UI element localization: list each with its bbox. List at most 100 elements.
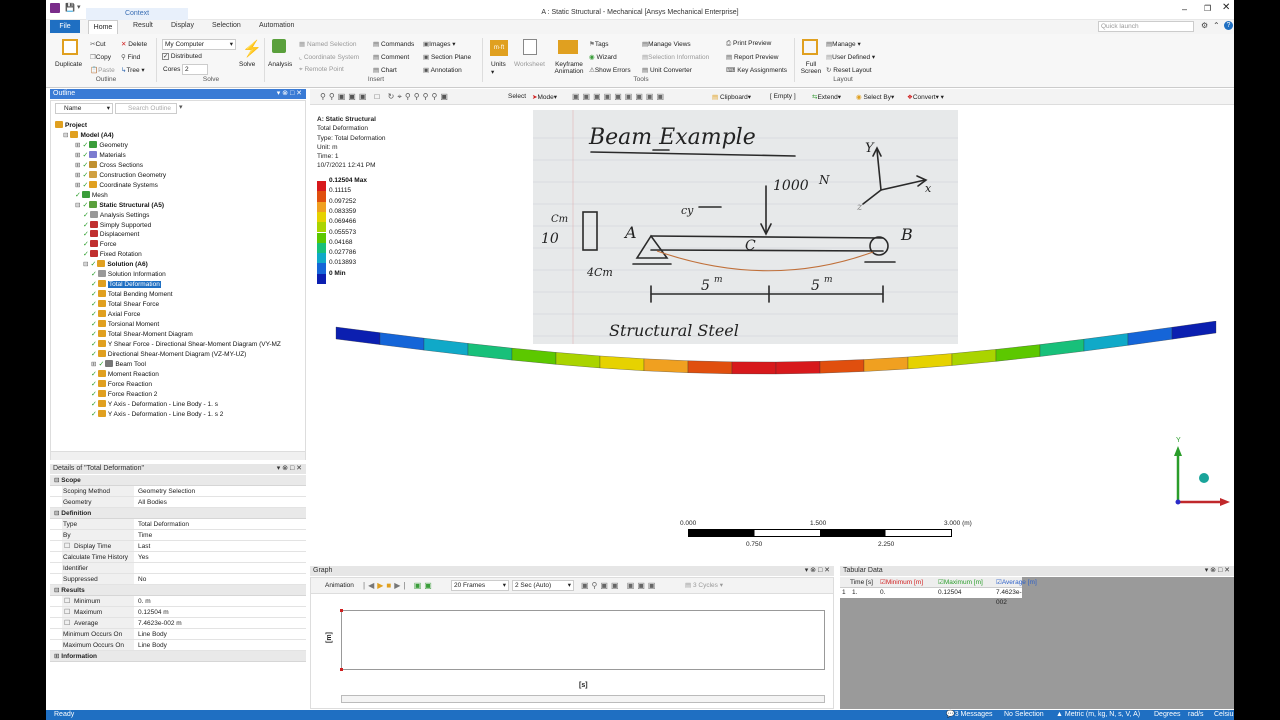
- images-button[interactable]: ▣Images ▾: [423, 40, 456, 48]
- unit-converter-button[interactable]: ▤ Unit Converter: [642, 66, 692, 74]
- keyframe-animation-button[interactable]: Keyframe Animation: [551, 61, 587, 75]
- units-icon[interactable]: m·ft: [490, 40, 508, 56]
- graphics-viewport[interactable]: A: Static Structural Total Deformation T…: [310, 106, 1234, 564]
- manage-button[interactable]: ▤Manage ▾: [826, 40, 861, 48]
- tree-item-displacement[interactable]: ✓ Displacement: [83, 230, 139, 238]
- parameter-checkbox-icon[interactable]: ☐: [64, 541, 70, 552]
- tree-item-y-axis-deformation-line-body-1-s[interactable]: ✓ Y Axis - Deformation - Line Body - 1. s: [91, 399, 218, 408]
- animation-playback-controls-icon[interactable]: |◀▶■▶| ▣▣: [363, 581, 435, 590]
- details-row[interactable]: Average ☐ 7.4623e-002 m: [50, 618, 306, 629]
- wizard-button[interactable]: ◉ Wizard: [589, 53, 617, 61]
- details-value[interactable]: 0. m: [137, 596, 307, 606]
- duration-select[interactable]: 2 Sec (Auto) ▾: [512, 580, 574, 591]
- minimize-button[interactable]: –: [1182, 4, 1187, 14]
- graph-tools-icon[interactable]: ▣⚲▣▣ ▣▣▣: [581, 581, 658, 590]
- expand-toggle-icon[interactable]: ⊞: [91, 361, 96, 368]
- tree-item-total-deformation[interactable]: ✓ Total Deformation: [91, 280, 161, 289]
- tree-item-force-reaction[interactable]: ✓ Force Reaction: [91, 379, 152, 388]
- manage-views-button[interactable]: ▤Manage Views: [642, 40, 691, 48]
- expand-toggle-icon[interactable]: ⊟: [83, 261, 88, 268]
- tree-item-torsional-moment[interactable]: ✓ Torsional Moment: [91, 320, 159, 328]
- tree-item-total-bending-moment[interactable]: ✓ Total Bending Moment: [91, 290, 173, 298]
- tabular-col-maximum[interactable]: ☑Maximum [m]: [938, 577, 983, 588]
- details-row[interactable]: Minimum ☐ 0. m: [50, 596, 306, 607]
- annotation-button[interactable]: ▣ Annotation: [423, 66, 462, 74]
- tree-item-total-shear-moment-diagram[interactable]: ✓ Total Shear-Moment Diagram: [91, 329, 193, 338]
- selection-filters-icon[interactable]: ▣▣▣▣▣▣▣▣▣: [572, 92, 667, 101]
- beam-segment[interactable]: [819, 359, 865, 374]
- parameter-checkbox-icon[interactable]: ☐: [64, 618, 70, 629]
- full-screen-icon[interactable]: [802, 39, 818, 55]
- beam-segment[interactable]: [423, 337, 469, 356]
- keyframe-animation-icon[interactable]: [558, 40, 578, 54]
- tree-item-axial-force[interactable]: ✓ Axial Force: [91, 310, 140, 318]
- tree-item-solution-a6[interactable]: ⊟ ✓ Solution (A6): [83, 260, 148, 268]
- solve-button[interactable]: Solve: [239, 61, 255, 68]
- analysis-icon[interactable]: [272, 39, 286, 53]
- beam-segment[interactable]: [555, 352, 601, 369]
- beam-segment[interactable]: [1171, 321, 1217, 340]
- details-value[interactable]: Line Body: [137, 640, 307, 650]
- units-button[interactable]: Units ▾: [491, 61, 506, 76]
- beam-segment[interactable]: [1039, 338, 1085, 357]
- cycles-button[interactable]: ▤ 3 Cycles ▾: [685, 581, 723, 589]
- status-messages[interactable]: 💬3 Messages: [946, 710, 992, 720]
- beam-segment[interactable]: [907, 353, 953, 370]
- search-options-icon[interactable]: ▾: [179, 103, 183, 111]
- details-row[interactable]: Type Total Deformation: [50, 519, 306, 530]
- details-value[interactable]: Time: [137, 530, 307, 540]
- status-units[interactable]: ▲ Metric (m, kg, N, s, V, A): [1056, 710, 1140, 720]
- parameter-checkbox-icon[interactable]: ☐: [64, 607, 70, 618]
- expand-toggle-icon[interactable]: ⊞: [75, 142, 80, 149]
- worksheet-button[interactable]: Worksheet: [514, 61, 545, 68]
- beam-segment[interactable]: [863, 356, 909, 372]
- details-value[interactable]: Line Body: [137, 629, 307, 639]
- show-errors-button[interactable]: ⚠Show Errors: [589, 66, 631, 74]
- print-preview-button[interactable]: ⎙ Print Preview: [726, 40, 771, 48]
- remote-point-button[interactable]: ⌖ Remote Point: [299, 66, 344, 74]
- details-value[interactable]: [137, 563, 307, 573]
- expand-toggle-icon[interactable]: ⊞: [75, 162, 80, 169]
- restore-button[interactable]: ❐: [1204, 4, 1211, 13]
- tree-item-force[interactable]: ✓ Force: [83, 240, 117, 248]
- tree-item-fixed-rotation[interactable]: ✓ Fixed Rotation: [83, 250, 142, 258]
- tree-item-total-shear-force[interactable]: ✓ Total Shear Force: [91, 300, 159, 308]
- tree-item-solution-information[interactable]: ✓ Solution Information: [91, 270, 166, 278]
- close-button[interactable]: ✕: [1222, 2, 1230, 13]
- beam-segment[interactable]: [467, 343, 513, 361]
- selection-information-button[interactable]: ▤Selection Information: [642, 53, 709, 61]
- help-icon[interactable]: ?: [1224, 21, 1233, 30]
- comment-button[interactable]: ▤ Comment: [373, 53, 409, 61]
- details-section-definition[interactable]: ⊟ Definition: [50, 508, 306, 519]
- beam-segment[interactable]: [995, 344, 1041, 362]
- tree-button[interactable]: ↳Tree ▾: [121, 66, 145, 74]
- chart-button[interactable]: ▤ Chart: [373, 66, 397, 74]
- tree-item-simply-supported[interactable]: ✓ Simply Supported: [83, 220, 151, 229]
- tab-automation[interactable]: Automation: [259, 22, 294, 29]
- mode-button[interactable]: ➤Mode▾: [532, 93, 557, 101]
- name-filter-select[interactable]: Name ▾: [55, 103, 113, 114]
- details-value[interactable]: Total Deformation: [137, 519, 307, 529]
- beam-segment[interactable]: [643, 358, 689, 373]
- details-row[interactable]: Display Time ☐ Last: [50, 541, 306, 552]
- details-row[interactable]: Identifier: [50, 563, 306, 574]
- details-row[interactable]: Scoping Method Geometry Selection: [50, 486, 306, 497]
- convert-button[interactable]: ❖Convert▾ ▾: [907, 93, 944, 101]
- key-assignments-button[interactable]: ⌨ Key Assignments: [726, 66, 787, 74]
- coordinate-system-button[interactable]: ⌞ Coordinate System: [299, 53, 359, 61]
- beam-segment[interactable]: [335, 326, 381, 345]
- beam-segment[interactable]: [379, 332, 425, 351]
- expand-toggle-icon[interactable]: ⊟: [75, 202, 80, 209]
- details-section-results[interactable]: ⊟ Results: [50, 585, 306, 596]
- details-value[interactable]: Geometry Selection: [137, 486, 307, 496]
- details-row[interactable]: Maximum ☐ 0.12504 m: [50, 607, 306, 618]
- details-section-information[interactable]: ⊞ Information: [50, 651, 306, 662]
- tree-item-project[interactable]: Project: [55, 121, 87, 129]
- duplicate-icon[interactable]: [62, 39, 78, 55]
- full-screen-button[interactable]: Full Screen: [800, 61, 822, 75]
- settings-icon[interactable]: ⚙: [1201, 21, 1208, 30]
- details-value[interactable]: Yes: [137, 552, 307, 562]
- beam-segment[interactable]: [599, 355, 645, 371]
- details-value[interactable]: 0.12504 m: [137, 607, 307, 617]
- tabular-col-average[interactable]: ☑Average [m]: [996, 577, 1037, 588]
